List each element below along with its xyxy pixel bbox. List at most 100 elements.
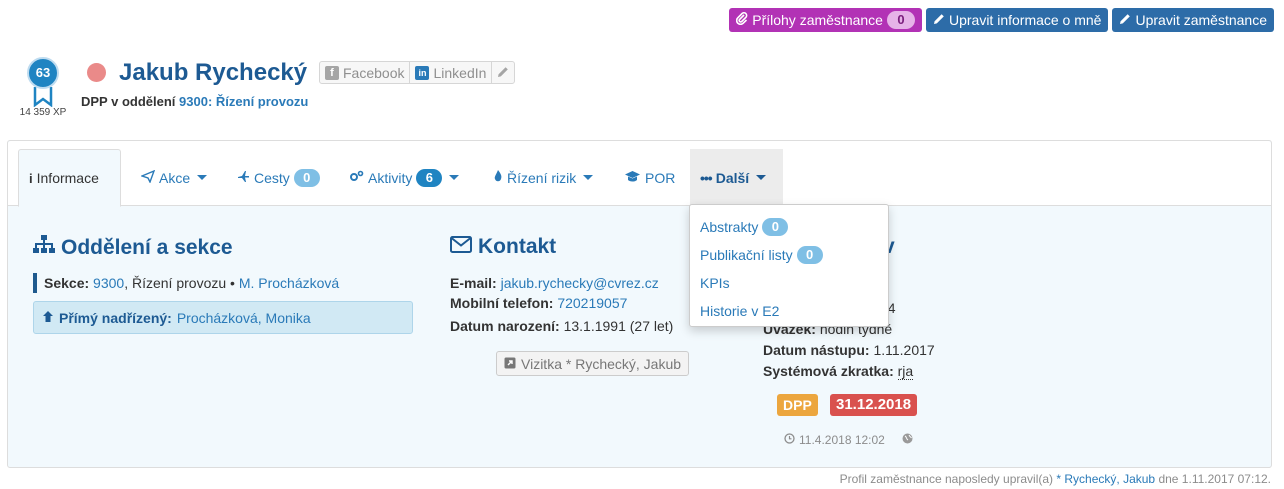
- footer-prefix: Profil zaměstnance naposledy upravil(a): [839, 472, 1054, 486]
- start-date-row: Datum nástupu: 1.11.2017: [763, 340, 935, 360]
- tab-por[interactable]: POR: [614, 149, 685, 206]
- facebook-link[interactable]: f Facebook: [320, 62, 411, 83]
- tab-aktivity[interactable]: Aktivity 6: [339, 149, 469, 206]
- chevron-down-icon: [756, 175, 767, 180]
- footer-suffix: dne 1.11.2017 07:12.: [1158, 472, 1271, 486]
- contact-title: Kontakt: [478, 235, 557, 258]
- aktivity-count-badge: 6: [416, 168, 443, 187]
- tab-label: Aktivity: [368, 169, 413, 186]
- dept-prefix: DPP v oddělení: [81, 94, 176, 109]
- edit-social-button[interactable]: [492, 62, 514, 83]
- email-label: E-mail:: [450, 275, 497, 291]
- tab-label: Informace: [36, 170, 99, 186]
- clock-icon: [784, 433, 795, 447]
- menu-item-abstrakty[interactable]: Abstrakty 0: [690, 213, 888, 241]
- envelope-icon: [450, 235, 472, 259]
- tab-bar: i Informace Akce Cesty 0 Aktivity 6 Říze…: [8, 141, 1271, 207]
- paperclip-icon: [736, 12, 748, 28]
- facebook-label: Facebook: [343, 64, 405, 81]
- edit-my-info-label: Upravit informace o mně: [948, 12, 1102, 28]
- linkedin-icon: in: [415, 65, 430, 80]
- attachments-label: Přílohy zaměstnance: [752, 12, 883, 28]
- social-links: f Facebook in LinkedIn: [319, 61, 516, 84]
- tab-dalsi[interactable]: ••• Další: [690, 149, 783, 206]
- department-link[interactable]: 9300: Řízení provozu: [179, 94, 308, 109]
- edit-my-info-button[interactable]: Upravit informace o mně: [925, 8, 1109, 32]
- abstrakty-count-badge: 0: [762, 218, 789, 236]
- fire-icon: [493, 169, 503, 186]
- contact-email-row: E-mail: jakub.rychecky@cvrez.cz: [450, 273, 659, 293]
- graduation-cap-icon: [624, 170, 641, 186]
- supervisor-link[interactable]: Procházková, Monika: [177, 310, 311, 326]
- phone-label: Mobilní telefon:: [450, 295, 554, 311]
- tab-label: Akce: [159, 169, 191, 186]
- attachments-button[interactable]: Přílohy zaměstnance 0: [729, 8, 922, 32]
- level-circle: 63: [27, 57, 59, 89]
- vcard-label: Vizitka * Rychecký, Jakub: [521, 355, 682, 372]
- last-edit-note: Profil zaměstnance naposledy upravil(a) …: [840, 472, 1271, 486]
- section-head-link[interactable]: M. Procházková: [239, 275, 339, 291]
- abbr-row: Systémová zkratka: rja: [763, 361, 914, 381]
- profile-panel: i Informace Akce Cesty 0 Aktivity 6 Říze…: [7, 140, 1272, 468]
- edit-employee-label: Upravit zaměstnance: [1135, 12, 1267, 28]
- contact-phone-row: Mobilní telefon: 720219057: [450, 293, 627, 313]
- section-label: Sekce:: [44, 275, 90, 291]
- section-name: , Řízení provozu •: [124, 275, 235, 291]
- tab-label: Cesty: [254, 169, 290, 186]
- dalsi-dropdown-menu: Abstrakty 0 Publikační listy 0 KPIs Hist…: [689, 204, 889, 327]
- xp-badge[interactable]: 63 14 359 XP: [17, 57, 69, 118]
- external-link-icon: [504, 356, 516, 372]
- publikacni-listy-count-badge: 0: [796, 246, 823, 264]
- start-date-label: Datum nástupu:: [763, 342, 870, 358]
- pencil-icon: [933, 12, 945, 28]
- employment-summary: DPP v oddělení 9300: Řízení provozu: [81, 94, 308, 109]
- employee-name: Jakub Rychecký: [119, 59, 308, 86]
- level-number: 63: [35, 65, 51, 80]
- tab-label: POR: [645, 169, 676, 186]
- email-link[interactable]: jakub.rychecky@cvrez.cz: [501, 275, 659, 291]
- paper-plane-icon: [140, 169, 156, 186]
- menu-item-label: Historie v E2: [700, 303, 780, 319]
- attachments-count-badge: 0: [886, 11, 915, 29]
- start-date-value: 1.11.2017: [873, 342, 935, 358]
- plane-icon: [237, 170, 250, 186]
- tab-informace[interactable]: i Informace: [18, 149, 121, 207]
- vcard-button[interactable]: Vizitka * Rychecký, Jakub: [496, 351, 690, 376]
- supervisor-box: Přímý nadřízený: Procházková, Monika: [33, 301, 413, 334]
- menu-item-publikacni-listy[interactable]: Publikační listy 0: [690, 241, 888, 269]
- tab-label: Řízení rizik: [507, 169, 577, 186]
- linkedin-label: LinkedIn: [433, 64, 487, 81]
- contract-type-badge: DPP: [777, 394, 818, 416]
- globe-icon[interactable]: [902, 433, 913, 447]
- tab-label: Další: [715, 169, 750, 186]
- chevron-down-icon: [197, 175, 208, 180]
- footer-editor-link[interactable]: * Rychecký, Jakub: [1056, 472, 1155, 486]
- menu-item-historie-e2[interactable]: Historie v E2: [690, 297, 888, 325]
- menu-item-label: KPIs: [700, 275, 730, 291]
- tab-rizeni-rizik[interactable]: Řízení rizik: [483, 149, 603, 206]
- status-indicator: [87, 63, 106, 82]
- contact-heading: Kontakt: [450, 235, 556, 259]
- menu-item-kpis[interactable]: KPIs: [690, 269, 888, 297]
- phone-link[interactable]: 720219057: [557, 295, 627, 311]
- abbr-label: Systémová zkratka:: [763, 363, 894, 379]
- ribbon-icon: [33, 87, 53, 107]
- section-code-link[interactable]: 9300: [93, 275, 124, 291]
- chevron-down-icon: [583, 175, 594, 180]
- contract-end-badge: 31.12.2018: [830, 394, 918, 416]
- menu-item-label: Abstrakty: [700, 219, 759, 235]
- linkedin-link[interactable]: in LinkedIn: [410, 62, 493, 83]
- departments-title: Oddělení a sekce: [61, 235, 233, 259]
- facebook-icon: f: [325, 65, 339, 80]
- sitemap-icon: [33, 235, 55, 260]
- updated-time: 11.4.2018 12:02: [784, 433, 885, 447]
- info-icon: i: [29, 170, 33, 186]
- birth-label: Datum narození:: [450, 318, 560, 334]
- tab-akce[interactable]: Akce: [131, 149, 217, 206]
- tab-cesty[interactable]: Cesty 0: [227, 149, 330, 206]
- pencil-icon: [1119, 12, 1131, 28]
- section-row: Sekce: 9300, Řízení provozu • M. Procház…: [33, 273, 339, 293]
- cesty-count-badge: 0: [293, 168, 320, 187]
- abbr-value: rja: [897, 363, 914, 380]
- edit-employee-button[interactable]: Upravit zaměstnance: [1112, 8, 1274, 32]
